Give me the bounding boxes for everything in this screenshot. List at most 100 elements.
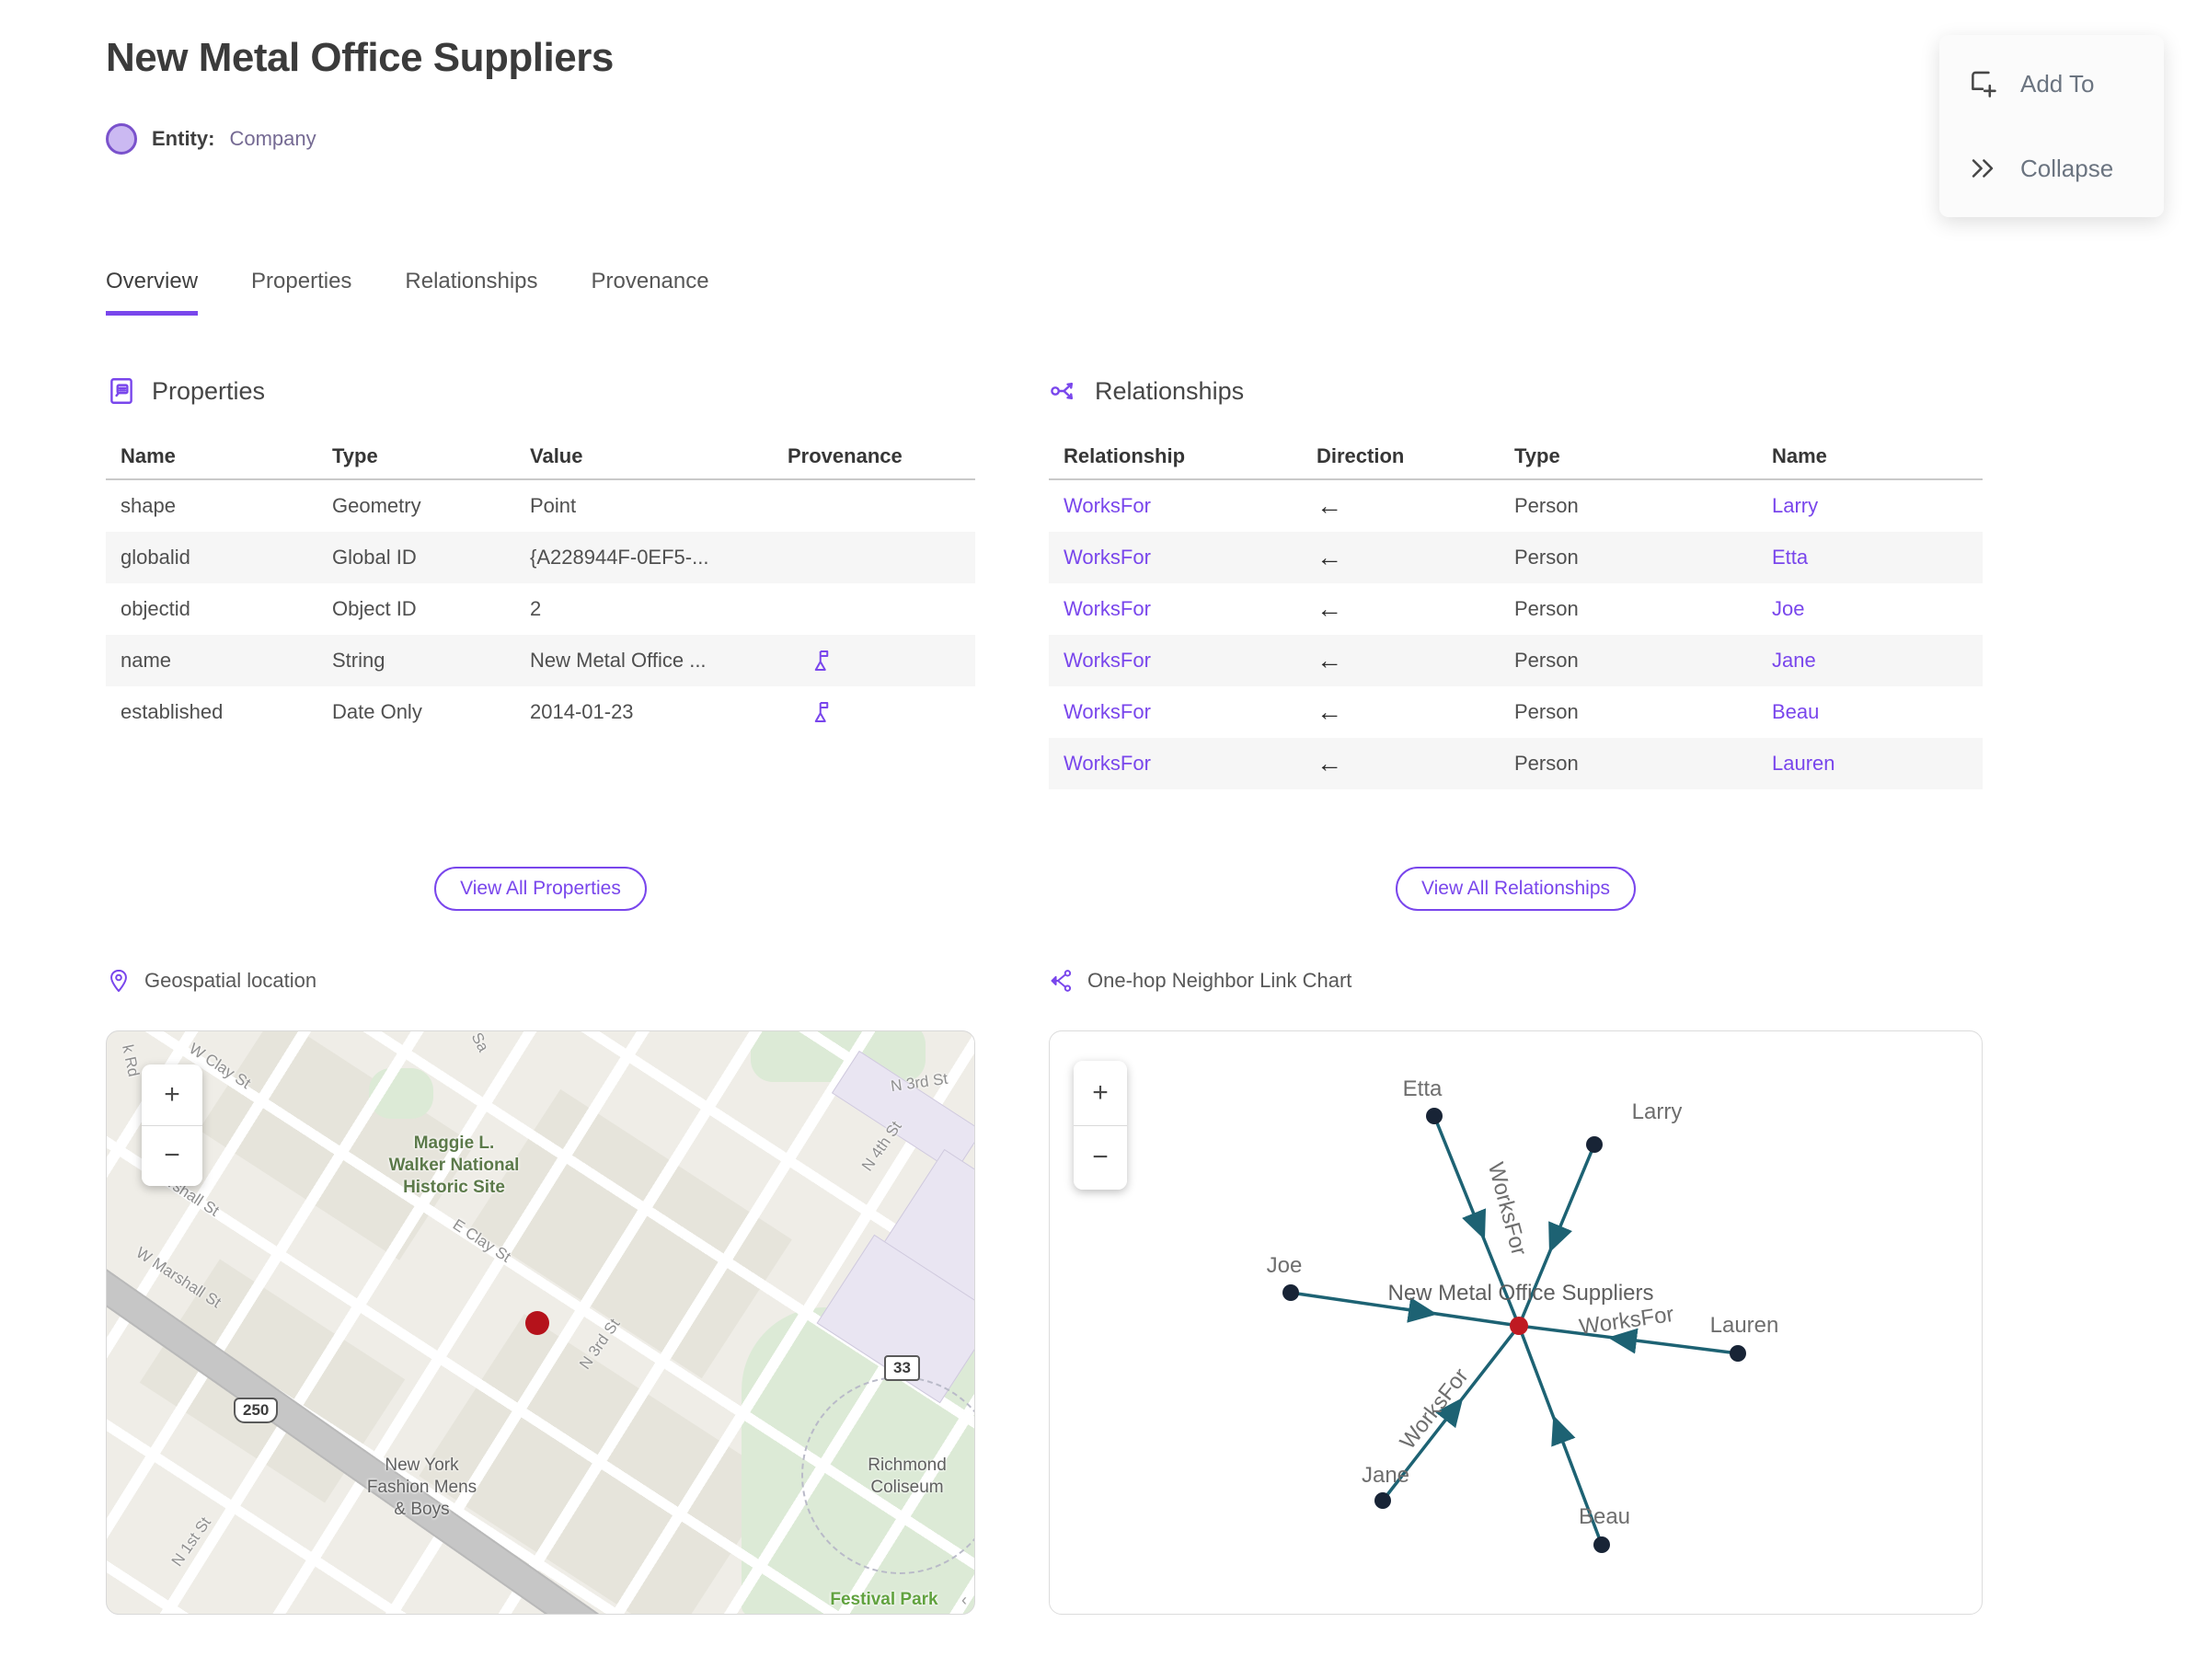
add-to-icon [1972,71,1996,98]
relationships-section-header: Relationships [1049,375,1983,407]
map-zoom-control: + − [142,1064,202,1186]
geospatial-section-header: Geospatial location [106,968,316,994]
relationships-section-title: Relationships [1095,376,1245,405]
direction-arrow: ← [1317,594,1342,623]
tab-bar: Overview Properties Relationships Proven… [106,269,709,316]
relationships-section: Relationships Relationship Direction Typ… [1049,375,1983,789]
tab-properties[interactable]: Properties [251,269,351,316]
relationships-icon [1051,383,1073,399]
tab-provenance[interactable]: Provenance [592,269,709,316]
poi-label-festival-park: Festival Park [830,1590,938,1609]
node-lauren[interactable] [1730,1345,1746,1362]
one-hop-link-chart[interactable]: WorksFor WorksFor WorksFor Etta Larry Jo… [1049,1030,1983,1615]
entity-link[interactable]: Jane [1757,649,1983,673]
direction-arrow: ← [1317,543,1342,571]
relationship-link[interactable]: WorksFor [1049,494,1302,518]
center-entity-label: New Metal Office Suppliers [1387,1281,1653,1306]
map-zoom-out-button[interactable]: − [142,1125,202,1186]
properties-table-header: Name Type Value Provenance [106,434,975,480]
table-row: WorksFor ← Person Beau [1049,686,1983,738]
table-row: WorksFor ← Person Jane [1049,635,1983,686]
edge-label-worksfor: WorksFor [1396,1364,1474,1454]
link-chart-section-title: One-hop Neighbor Link Chart [1087,969,1352,992]
properties-section: Properties Name Type Value Provenance sh… [106,375,975,738]
direction-arrow: ← [1317,749,1342,777]
col-relationship: Relationship [1064,444,1186,467]
node-label-larry: Larry [1632,1099,1683,1124]
table-row: WorksFor ← Person Larry [1049,480,1983,532]
table-row: objectid Object ID 2 [121,597,542,620]
node-label-joe: Joe [1267,1253,1303,1278]
table-row: shape Geometry Point [121,494,577,517]
chart-zoom-in-button[interactable]: + [1074,1061,1127,1126]
relationship-link[interactable]: WorksFor [1049,597,1302,621]
node-label-jane: Jane [1362,1463,1409,1488]
properties-icon [110,378,132,404]
table-row: WorksFor ← Person Joe [1049,583,1983,635]
col-direction: Direction [1317,444,1405,467]
relationship-link[interactable]: WorksFor [1049,752,1302,776]
direction-arrow: ← [1317,491,1342,520]
relationship-link[interactable]: WorksFor [1049,649,1302,673]
link-chart-canvas[interactable]: WorksFor WorksFor WorksFor Etta Larry Jo… [1050,1031,1983,1615]
collapse-button[interactable]: Collapse [1967,153,2136,184]
chart-zoom-out-button[interactable]: − [1074,1125,1127,1190]
map-attribution-caret[interactable]: ‹ [961,1591,967,1610]
highway-shield-33: 33 [884,1355,920,1381]
table-row: name String New Metal Office ... [106,635,975,686]
entity-row: Entity: Company [106,123,316,155]
poi-label-richmond-coliseum: Richmond Coliseum [868,1456,947,1497]
view-all-properties-button[interactable]: View All Properties [434,867,647,911]
col-type: Type [1514,444,1560,467]
node-label-beau: Beau [1579,1504,1630,1529]
col-provenance: Provenance [788,444,903,467]
entity-link[interactable]: Lauren [1757,752,1983,776]
node-label-lauren: Lauren [1710,1313,1779,1338]
table-row: established Date Only 2014-01-23 [106,686,975,738]
tab-overview[interactable]: Overview [106,269,199,316]
table-row: WorksFor ← Person Lauren [1049,738,1983,789]
one-hop-icon [1051,970,1072,992]
map-zoom-in-button[interactable]: + [142,1064,202,1126]
col-value: Value [530,444,583,467]
properties-section-title: Properties [152,376,266,405]
geospatial-section-title: Geospatial location [144,969,317,992]
entity-link[interactable]: Larry [1757,494,1983,518]
direction-arrow: ← [1317,646,1342,674]
provenance-flag-icon[interactable] [773,647,975,674]
entity-link[interactable]: Beau [1757,700,1983,724]
tab-relationships[interactable]: Relationships [405,269,537,316]
direction-arrow: ← [1317,697,1342,726]
collapse-label: Collapse [2020,154,2114,182]
table-row: globalid Global ID {A228944F-0EF5-... [106,532,975,583]
entity-type-icon [106,123,137,155]
node-joe[interactable] [1282,1284,1299,1301]
chart-zoom-control: + − [1074,1061,1127,1190]
map-location-marker [525,1311,549,1335]
provenance-flag-icon[interactable] [773,698,975,726]
entity-label: Entity: [152,127,215,150]
edge-label-worksfor: WorksFor [1483,1160,1532,1259]
node-larry[interactable] [1586,1136,1603,1153]
col-name: Name [1772,444,1827,467]
entity-link[interactable]: Joe [1757,597,1983,621]
chevrons-right-icon [1972,159,1994,178]
relationship-link[interactable]: WorksFor [1049,546,1302,570]
view-all-relationships-button[interactable]: View All Relationships [1395,867,1637,911]
geospatial-map[interactable]: k Rd W Clay St arshall St W Marshall St … [106,1030,975,1615]
node-center-entity[interactable] [1510,1317,1528,1335]
properties-table: Name Type Value Provenance shape Geometr… [106,434,975,738]
page-title: New Metal Office Suppliers [106,35,614,80]
relationships-table-header: Relationship Direction Type Name [1049,434,1983,480]
highway-shield-250: 250 [234,1398,279,1423]
col-name: Name [121,444,176,467]
relationship-link[interactable]: WorksFor [1049,700,1302,724]
node-beau[interactable] [1593,1536,1610,1553]
properties-section-header: Properties [106,375,975,407]
node-etta[interactable] [1426,1108,1443,1124]
poi-label-ny-fashion: New York Fashion Mens & Boys [366,1456,477,1519]
entity-link[interactable]: Etta [1757,546,1983,570]
add-to-button[interactable]: Add To [1967,68,2136,99]
node-jane[interactable] [1374,1492,1391,1509]
relationships-table: Relationship Direction Type Name WorksFo… [1049,434,1983,789]
